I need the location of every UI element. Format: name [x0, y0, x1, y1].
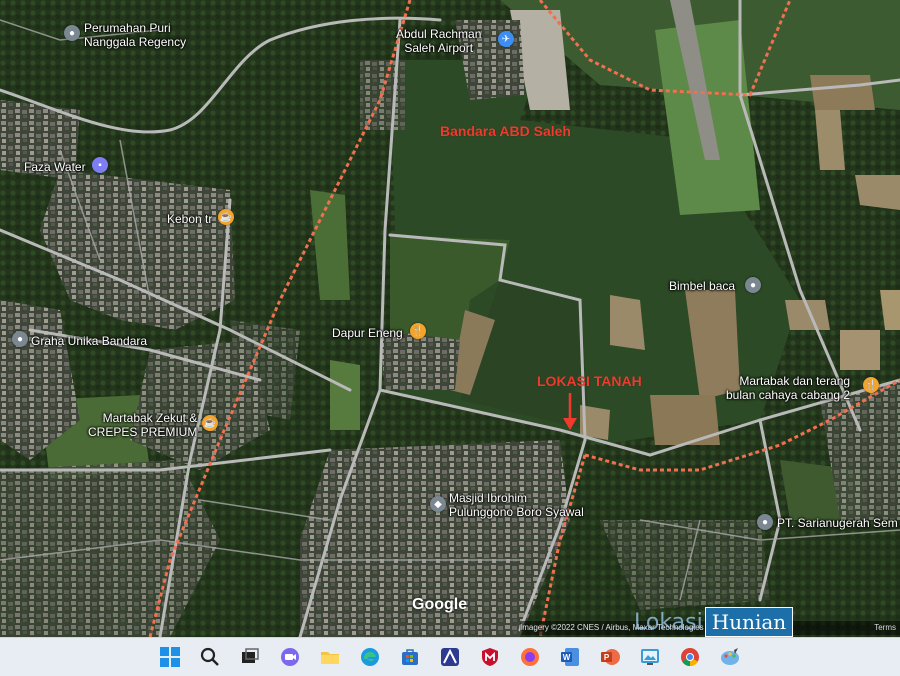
airport-icon[interactable]: ✈: [498, 31, 514, 47]
place-label-graha[interactable]: Graha Unika Bandara: [31, 334, 147, 348]
place-label-pt[interactable]: PT. Sarianugerah Sem: [777, 516, 898, 530]
edge-icon[interactable]: [355, 642, 385, 672]
firefox-icon[interactable]: [515, 642, 545, 672]
google-logo: Google: [412, 596, 468, 613]
map-imagery: [0, 0, 900, 637]
taskbar: W P: [0, 637, 900, 676]
place-label-dapur[interactable]: Dapur Eneng: [332, 326, 403, 340]
map-pin-icon[interactable]: ●: [12, 331, 28, 347]
powerpoint-icon[interactable]: P: [595, 642, 625, 672]
mcafee-icon[interactable]: [475, 642, 505, 672]
shop-bag-icon[interactable]: ▪: [92, 157, 108, 173]
chat-icon[interactable]: [275, 642, 305, 672]
place-label-kebon[interactable]: Kebon tr: [167, 212, 212, 226]
restaurant-icon[interactable]: 🍴: [863, 377, 879, 393]
annotation-lokasi-tanah: LOKASI TANAH: [537, 373, 642, 389]
svg-text:W: W: [563, 653, 571, 662]
watermark-left: Lokasi: [634, 609, 703, 635]
map-pin-icon[interactable]: ●: [64, 25, 80, 41]
paint-icon[interactable]: [715, 642, 745, 672]
photos-icon[interactable]: [635, 642, 665, 672]
chrome-icon[interactable]: [675, 642, 705, 672]
mosque-icon[interactable]: ◆: [430, 496, 446, 512]
place-label-masjid[interactable]: Masjid Ibrohim Pulunggono Boro Syawal: [449, 491, 584, 519]
satellite-map[interactable]: ● Perumahan Puri Nanggala Regency ✈ Abdu…: [0, 0, 900, 637]
place-label-bimbel[interactable]: Bimbel baca: [669, 279, 735, 293]
file-explorer-icon[interactable]: [315, 642, 345, 672]
cafe-cup-icon[interactable]: ☕: [202, 415, 218, 431]
store-icon[interactable]: [395, 642, 425, 672]
place-label-faza[interactable]: Faza Water: [24, 160, 86, 174]
place-label-airport[interactable]: Abdul Rachman Saleh Airport: [396, 27, 481, 55]
place-label-martabak-zekut[interactable]: Martabak Zekut & CREPES PREMIUM: [88, 411, 197, 439]
affinity-icon[interactable]: [435, 642, 465, 672]
search-icon[interactable]: [195, 642, 225, 672]
word-icon[interactable]: W: [555, 642, 585, 672]
svg-text:P: P: [604, 653, 610, 662]
place-label-puri[interactable]: Perumahan Puri Nanggala Regency: [84, 21, 186, 49]
terms-link[interactable]: Terms: [874, 621, 896, 635]
place-label-martabak-terang[interactable]: Martabak dan terang bulan cahaya cabang …: [726, 374, 850, 402]
watermark: Lokasi Hunian: [634, 606, 794, 638]
task-view-icon[interactable]: [235, 642, 265, 672]
windows-start-icon[interactable]: [155, 642, 185, 672]
map-pin-icon[interactable]: ●: [757, 514, 773, 530]
restaurant-icon[interactable]: 🍴: [410, 323, 426, 339]
annotation-bandara: Bandara ABD Saleh: [440, 123, 571, 139]
cafe-cup-icon[interactable]: ☕: [218, 209, 234, 225]
map-pin-icon[interactable]: ●: [745, 277, 761, 293]
watermark-right: Hunian: [704, 607, 794, 637]
